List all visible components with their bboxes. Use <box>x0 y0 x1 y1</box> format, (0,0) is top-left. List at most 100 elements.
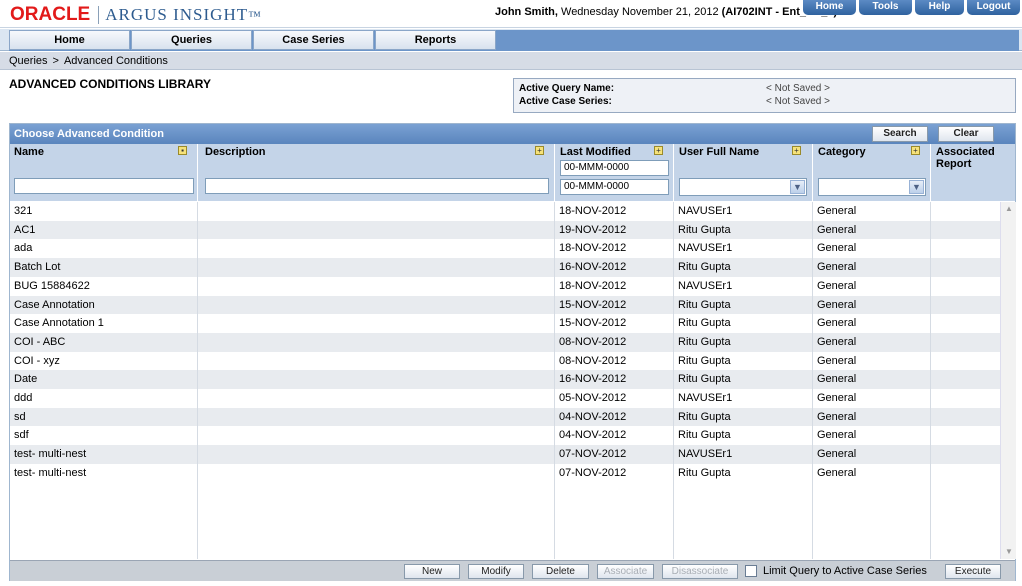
table-row[interactable]: BUG 15884622 18-NOV-2012 NAVUSEr1 General <box>10 277 1000 296</box>
action-footer: New Modify Delete Associate Disassociate… <box>10 560 1015 581</box>
cell-user-full-name: Ritu Gupta <box>678 466 731 479</box>
table-row[interactable]: ddd 05-NOV-2012 NAVUSEr1 General <box>10 389 1000 408</box>
column-category-label: Category <box>818 146 866 158</box>
cell-description <box>202 296 550 315</box>
cell-name: COI - xyz <box>14 354 60 367</box>
table-row[interactable]: COI - xyz 08-NOV-2012 Ritu Gupta General <box>10 352 1000 371</box>
delete-button[interactable]: Delete <box>532 564 589 579</box>
top-link-help[interactable]: Help <box>915 0 964 15</box>
cell-last-modified: 04-NOV-2012 <box>559 410 627 423</box>
table-row[interactable]: test- multi-nest 07-NOV-2012 Ritu Gupta Gen… <box>10 464 1000 483</box>
name-filter-input[interactable] <box>14 178 194 194</box>
nav-tab-reports[interactable]: Reports <box>375 30 496 50</box>
top-link-logout[interactable]: Logout <box>967 0 1020 15</box>
clear-button[interactable]: Clear <box>938 126 994 142</box>
user-session-info: John Smith, Wednesday November 21, 2012 … <box>495 6 837 18</box>
modify-button[interactable]: Modify <box>468 564 524 579</box>
cell-last-modified: 18-NOV-2012 <box>559 205 627 217</box>
column-user-full-name: User Full Name + ▼ <box>674 144 813 201</box>
column-category: Category + ▼ <box>813 144 931 201</box>
sort-icon[interactable]: + <box>535 146 544 155</box>
table-row[interactable]: test- multi-nest 07-NOV-2012 NAVUSEr1 Gener… <box>10 445 1000 464</box>
scroll-up-icon[interactable]: ▲ <box>1003 204 1015 214</box>
cell-associated-report <box>935 239 997 258</box>
table-row[interactable]: Case Annotation 15-NOV-2012 Ritu Gupta Gene… <box>10 295 1000 315</box>
cell-category: General <box>817 392 857 404</box>
table-row[interactable]: COI - ABC 08-NOV-2012 Ritu Gupta General <box>10 332 1000 352</box>
cell-name: Case Annotation 1 <box>14 317 104 330</box>
active-case-series-label: Active Case Series: <box>519 96 612 107</box>
cell-last-modified: 16-NOV-2012 <box>559 261 627 274</box>
date-from-input[interactable]: 00-MMM-0000 <box>560 160 669 176</box>
cell-name: Date <box>14 373 38 386</box>
nav-tab-queries[interactable]: Queries <box>131 30 252 50</box>
sort-icon[interactable]: ▪ <box>178 146 187 155</box>
cell-user-full-name: Ritu Gupta <box>678 429 731 442</box>
column-user-full-name-label: User Full Name <box>679 146 760 158</box>
top-link-tools[interactable]: Tools <box>859 0 912 15</box>
column-associated-report: Associated Report <box>931 144 1015 201</box>
sort-icon[interactable]: + <box>792 146 801 155</box>
sort-icon[interactable]: + <box>911 146 920 155</box>
logo-product: ARGUS INSIGHT™ <box>105 5 262 24</box>
table-row[interactable]: sd 04-NOV-2012 Ritu Gupta General <box>10 407 1000 427</box>
cell-user-full-name: Ritu Gupta <box>678 317 731 330</box>
cell-user-full-name: NAVUSEr1 <box>678 279 733 292</box>
limit-query-checkbox[interactable] <box>745 565 757 577</box>
breadcrumb: Queries > Advanced Conditions <box>0 52 1022 70</box>
date-to-input[interactable]: 00-MMM-0000 <box>560 179 669 195</box>
cell-associated-report <box>935 352 997 371</box>
scroll-down-icon[interactable]: ▼ <box>1003 547 1015 557</box>
column-last-modified: Last Modified + 00-MMM-0000 00-MMM-0000 <box>555 144 674 201</box>
top-links: Home Tools Help Logout <box>800 0 1020 15</box>
disassociate-button[interactable]: Disassociate <box>662 564 738 579</box>
breadcrumb-separator: > <box>52 55 59 67</box>
cell-description <box>202 202 550 221</box>
table-scrollbar[interactable]: ▲ ▼ <box>1000 202 1016 559</box>
cell-description <box>202 352 550 371</box>
sort-icon[interactable]: + <box>654 146 663 155</box>
active-info-box: Active Query Name: < Not Saved > Active … <box>513 78 1016 113</box>
cell-last-modified: 07-NOV-2012 <box>559 448 627 461</box>
column-description-label: Description <box>205 146 266 158</box>
cell-name: test- multi-nest <box>14 466 87 479</box>
table-row[interactable]: sdf 04-NOV-2012 Ritu Gupta General <box>10 426 1000 445</box>
cell-last-modified: 15-NOV-2012 <box>559 317 627 330</box>
cell-user-full-name: Ritu Gupta <box>678 410 731 423</box>
nav-tab-home[interactable]: Home <box>9 30 130 50</box>
cell-category: General <box>817 223 857 236</box>
cell-category: General <box>817 205 857 217</box>
cell-category: General <box>817 448 857 461</box>
new-button[interactable]: New <box>404 564 460 579</box>
cell-last-modified: 19-NOV-2012 <box>559 223 627 236</box>
category-filter-select[interactable]: ▼ <box>818 178 926 196</box>
description-filter-input[interactable] <box>205 178 549 194</box>
associate-button[interactable]: Associate <box>597 564 654 579</box>
execute-button[interactable]: Execute <box>945 564 1001 579</box>
table-row[interactable]: AC1 19-NOV-2012 Ritu Gupta General <box>10 220 1000 240</box>
user-filter-select[interactable]: ▼ <box>679 178 807 196</box>
search-button[interactable]: Search <box>872 126 928 142</box>
cell-associated-report <box>935 389 997 408</box>
cell-user-full-name: Ritu Gupta <box>678 223 731 236</box>
table-row[interactable]: 321 18-NOV-2012 NAVUSEr1 General <box>10 202 1000 221</box>
table-row[interactable]: Batch Lot 16-NOV-2012 Ritu Gupta General <box>10 258 1000 277</box>
table-row[interactable]: Case Annotation 1 15-NOV-2012 Ritu Gupta Ge… <box>10 314 1000 333</box>
conditions-table-body: test- multi-nest 07-NOV-2012 Ritu Gupta Gen… <box>10 202 1000 559</box>
top-link-home[interactable]: Home <box>803 0 856 15</box>
cell-associated-report <box>935 277 997 296</box>
cell-associated-report <box>935 202 997 221</box>
cell-category: General <box>817 279 857 292</box>
chevron-down-icon[interactable]: ▼ <box>909 180 924 194</box>
cell-last-modified: 08-NOV-2012 <box>559 354 627 367</box>
table-row[interactable]: Date 16-NOV-2012 Ritu Gupta General <box>10 370 1000 389</box>
cell-description <box>202 239 550 258</box>
advanced-condition-panel: Choose Advanced Condition Search Clear N… <box>9 123 1016 581</box>
chevron-down-icon[interactable]: ▼ <box>790 180 805 194</box>
cell-description <box>202 314 550 333</box>
nav-tab-case-series[interactable]: Case Series <box>253 30 374 50</box>
cell-user-full-name: NAVUSEr1 <box>678 448 733 461</box>
table-row[interactable]: ada 18-NOV-2012 NAVUSEr1 General <box>10 239 1000 258</box>
breadcrumb-queries[interactable]: Queries <box>9 55 48 67</box>
cell-associated-report <box>935 370 997 389</box>
